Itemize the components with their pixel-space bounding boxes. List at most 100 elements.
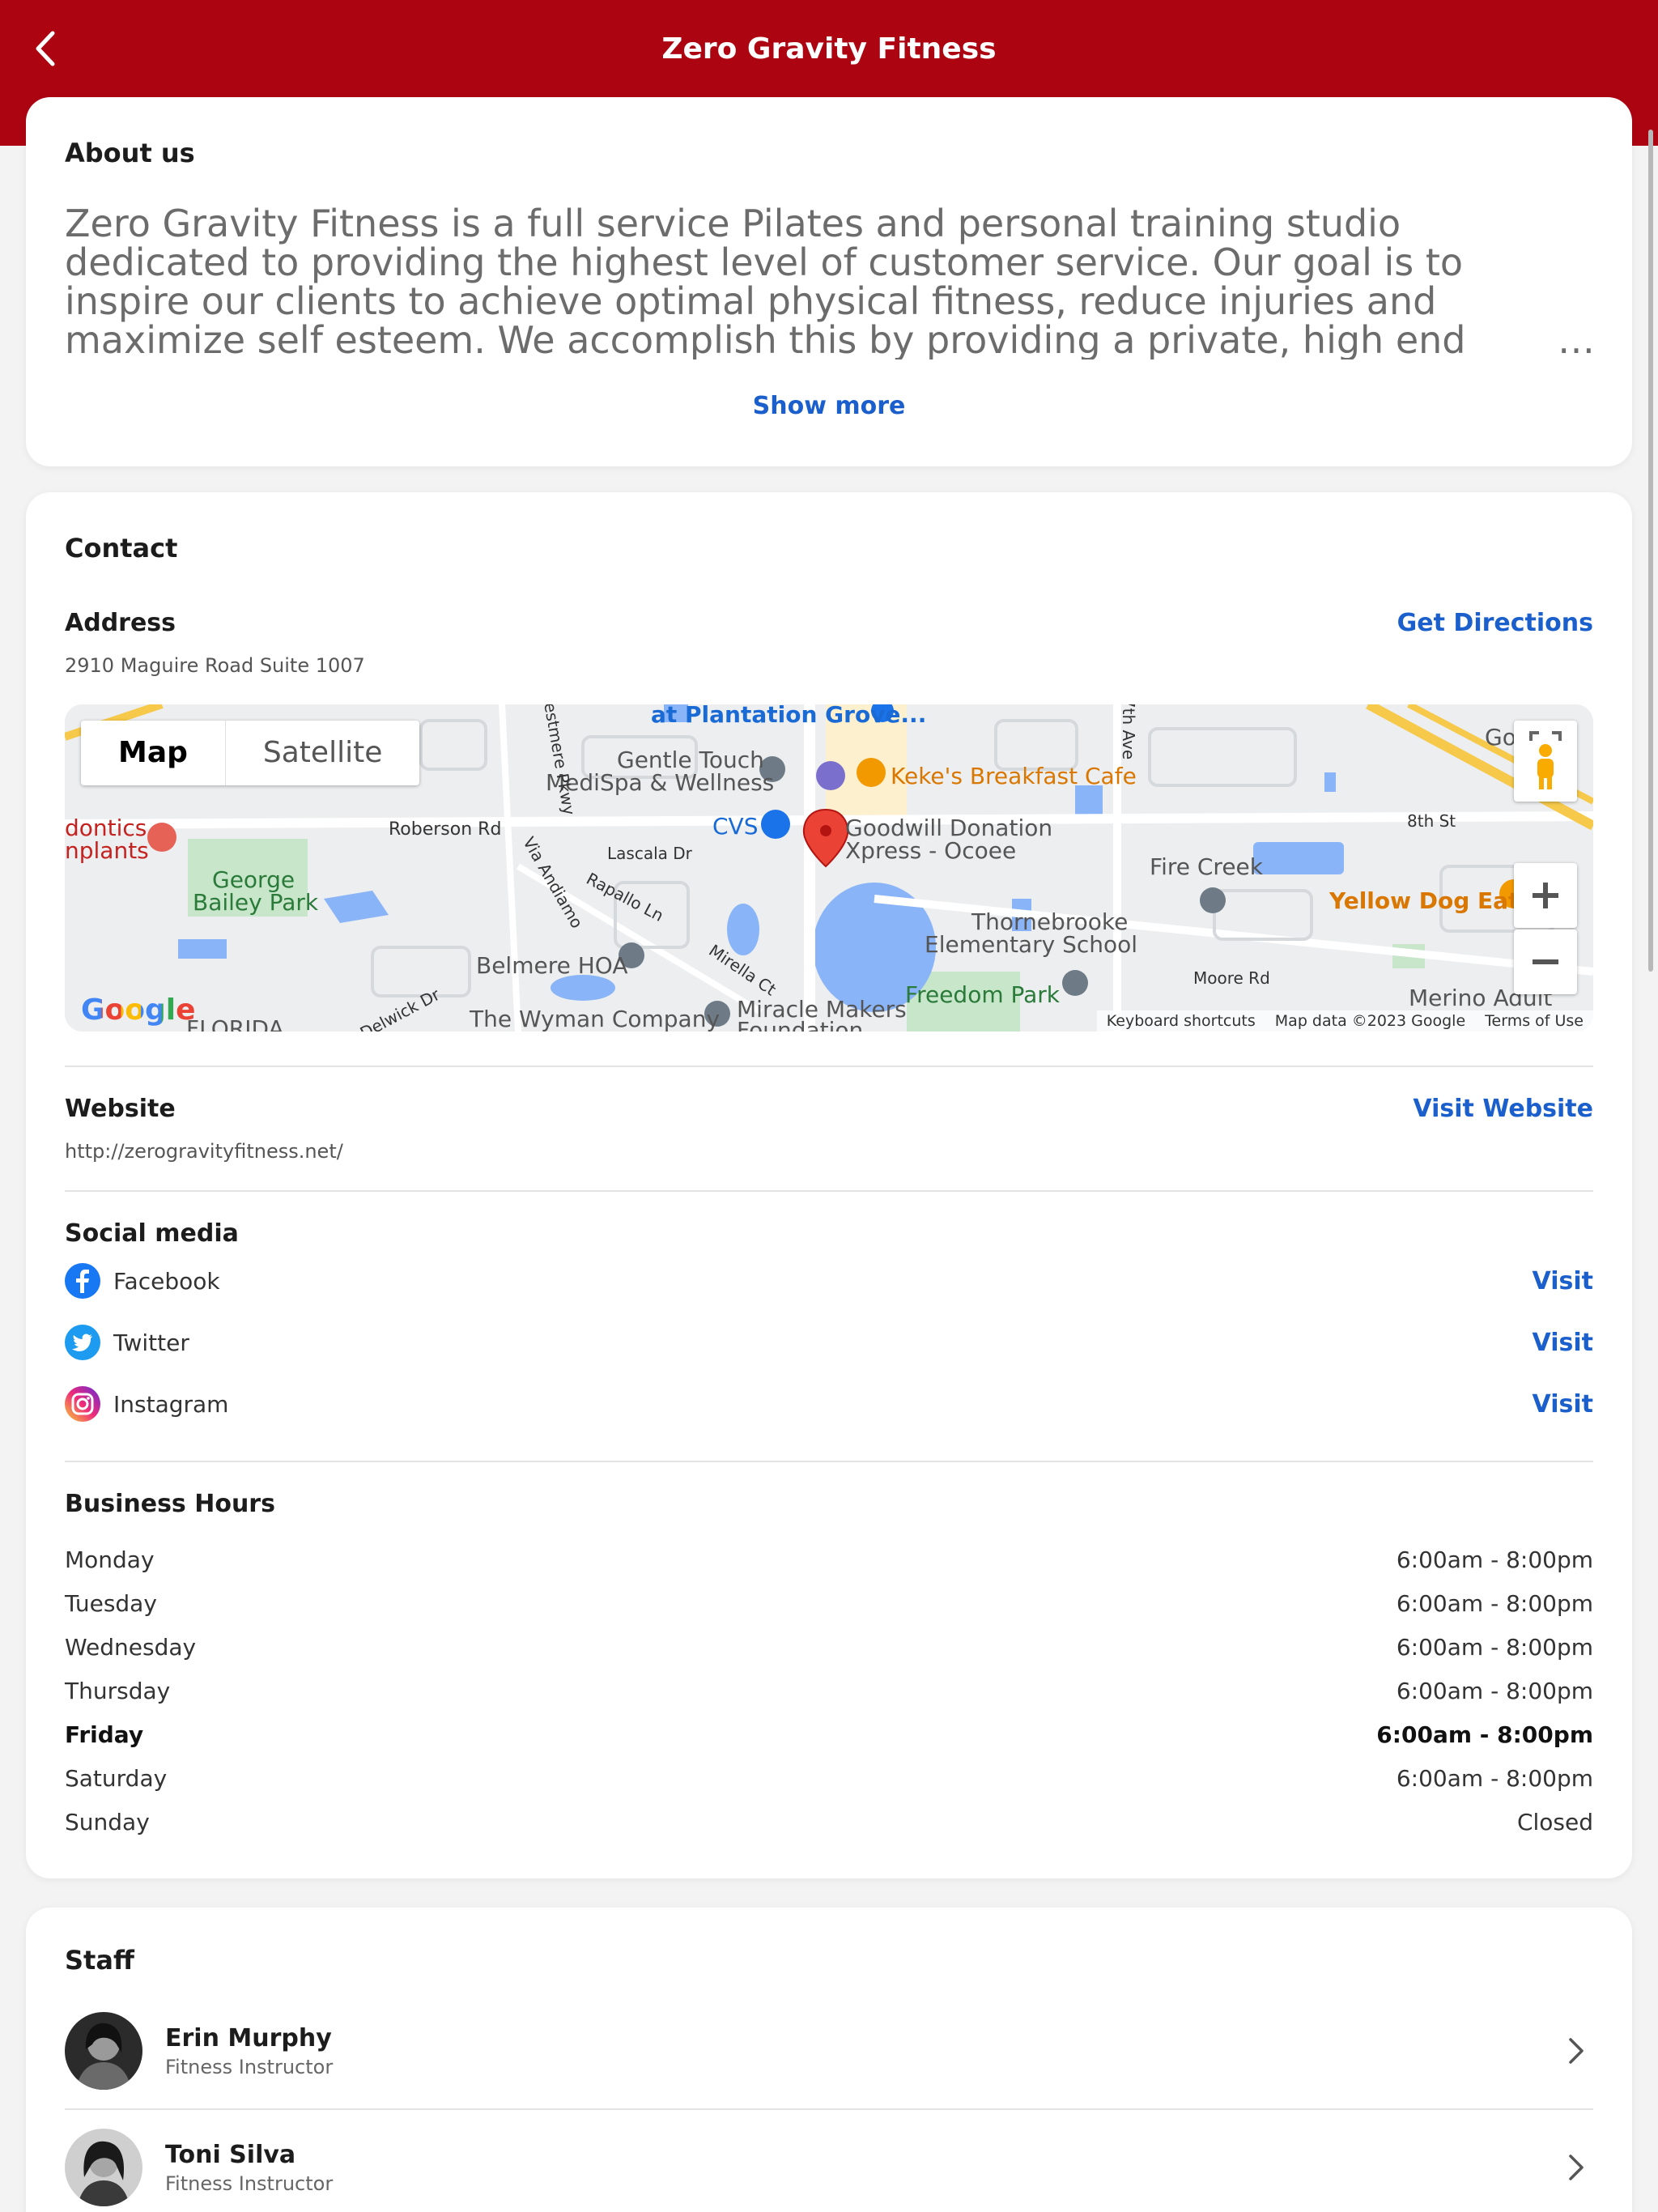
map-type-control: Map Satellite [81,721,420,785]
staff-info: Toni Silva Fitness Instructor [165,2141,333,2195]
chevron-right-icon [1569,2038,1584,2064]
social-media-title: Social media [65,1219,239,1248]
hours-day: Wednesday [65,1634,197,1661]
map-label: Elementary School [925,931,1138,958]
keyboard-shortcuts-link[interactable]: Keyboard shortcuts [1107,1012,1256,1030]
back-button[interactable] [19,23,71,74]
facebook-visit-link[interactable]: Visit [1533,1267,1593,1295]
hours-time: 6:00am - 8:00pm [1376,1721,1593,1748]
social-row-instagram: Instagram Visit [65,1381,1593,1427]
hours-day: Friday [65,1721,144,1748]
website-url: http://zerogravityfitness.net/ [65,1140,343,1163]
pegman-icon [1537,744,1554,789]
hours-day: Thursday [65,1678,171,1704]
map-footer: Keyboard shortcuts Map data ©2023 Google… [1096,1010,1593,1032]
hours-time: Closed [1516,1809,1593,1836]
google-logo-text: Google [81,993,196,1027]
about-title: About us [65,138,195,168]
hours-row-today: Friday 6:00am - 8:00pm [65,1721,1593,1748]
about-ellipsis: … [1554,321,1595,359]
staff-row[interactable]: Toni Silva Fitness Instructor [65,2123,1593,2212]
twitter-icon [65,1325,100,1360]
chevron-right-icon [1569,2155,1584,2180]
hours-row: Wednesday 6:00am - 8:00pm [65,1634,1593,1661]
social-name: Twitter [113,1329,189,1356]
staff-info: Erin Murphy Fitness Instructor [165,2024,333,2078]
business-hours-title: Business Hours [65,1490,275,1518]
fullscreen-icon [1529,731,1562,741]
map-label: Go [1485,724,1516,751]
instagram-icon [65,1386,100,1422]
contact-title: Contact [65,533,178,564]
hours-time: 6:00am - 8:00pm [1396,1678,1593,1704]
instagram-visit-link[interactable]: Visit [1533,1390,1593,1419]
hours-row: Thursday 6:00am - 8:00pm [65,1678,1593,1704]
divider [65,1190,1593,1192]
google-logo: Google [81,993,196,1027]
divider [65,1461,1593,1462]
map-label: Belmere HOA [476,952,628,979]
address-text: 2910 Maguire Road Suite 1007 [65,654,365,677]
staff-name: Toni Silva [165,2140,296,2169]
hours-day: Sunday [65,1809,150,1836]
social-row-twitter: Twitter Visit [65,1320,1593,1365]
hours-row: Sunday Closed [65,1809,1593,1836]
staff-role: Fitness Instructor [165,2172,334,2195]
top-bar: Zero Gravity Fitness [0,0,1658,97]
scrollbar[interactable] [1648,130,1653,972]
staff-title: Staff [65,1945,134,1976]
page-title: Zero Gravity Fitness [661,32,997,66]
map-label: CVS [712,813,759,840]
social-row-facebook: Facebook Visit [65,1258,1593,1304]
staff-row[interactable]: Erin Murphy Fitness Instructor [65,2006,1593,2095]
map-type-satellite-button[interactable]: Satellite [226,721,419,785]
avatar [65,2012,142,2090]
map-label: 7th Ave [1119,704,1139,760]
divider [65,1066,1593,1067]
map-label: Bailey Park [193,889,319,916]
hours-time: 6:00am - 8:00pm [1396,1765,1593,1792]
map-label: MediSpa & Wellness [546,769,775,796]
zoom-in-button[interactable] [1514,863,1577,928]
fullscreen-pegman-control[interactable] [1514,721,1577,802]
map-label: 8th St [1407,811,1456,831]
staff-card: Staff Erin Murphy Fitness Instructor Ton… [26,1908,1632,2212]
get-directions-link[interactable]: Get Directions [1397,609,1593,637]
plus-icon [1533,883,1558,908]
map-label: Fire Creek [1150,853,1263,880]
map-data-attribution: Map data ©2023 Google [1274,1012,1466,1030]
map-label: Foundation [737,1017,864,1032]
hours-row: Saturday 6:00am - 8:00pm [65,1765,1593,1792]
map-label: The Wyman Company [470,1006,721,1032]
map-label: Lascala Dr [607,844,692,863]
about-body: Zero Gravity Fitness is a full service P… [65,204,1466,359]
map-label: Xpress - Ocoee [845,837,1017,864]
facebook-icon [65,1263,100,1299]
staff-role: Fitness Instructor [165,2055,334,2078]
twitter-visit-link[interactable]: Visit [1533,1329,1593,1357]
show-more-link[interactable]: Show more [26,392,1632,420]
map-label: nplants [65,837,149,864]
hours-row: Tuesday 6:00am - 8:00pm [65,1590,1593,1617]
map-view[interactable]: at Plantation Grove... Gentle Touch Medi… [65,704,1593,1032]
website-label: Website [65,1095,176,1123]
visit-website-link[interactable]: Visit Website [1413,1095,1593,1123]
avatar [65,2129,142,2206]
hours-day: Monday [65,1546,155,1573]
chevron-left-icon [36,31,55,66]
map-label: Moore Rd [1193,968,1270,988]
zoom-out-button[interactable] [1514,929,1577,994]
terms-of-use-link[interactable]: Terms of Use [1485,1012,1584,1030]
map-label: at Plantation Grove... [651,704,927,728]
staff-name: Erin Murphy [165,2023,332,2052]
minus-icon [1533,959,1558,964]
social-name: Instagram [113,1390,229,1418]
about-card: About us Zero Gravity Fitness is a full … [26,97,1632,466]
hours-time: 6:00am - 8:00pm [1396,1590,1593,1617]
hours-time: 6:00am - 8:00pm [1396,1634,1593,1661]
about-text: Zero Gravity Fitness is a full service P… [65,204,1595,359]
map-label: Freedom Park [905,981,1061,1008]
contact-card: Contact Address Get Directions 2910 Magu… [26,492,1632,1878]
hours-row: Monday 6:00am - 8:00pm [65,1546,1593,1573]
map-type-map-button[interactable]: Map [81,721,226,785]
